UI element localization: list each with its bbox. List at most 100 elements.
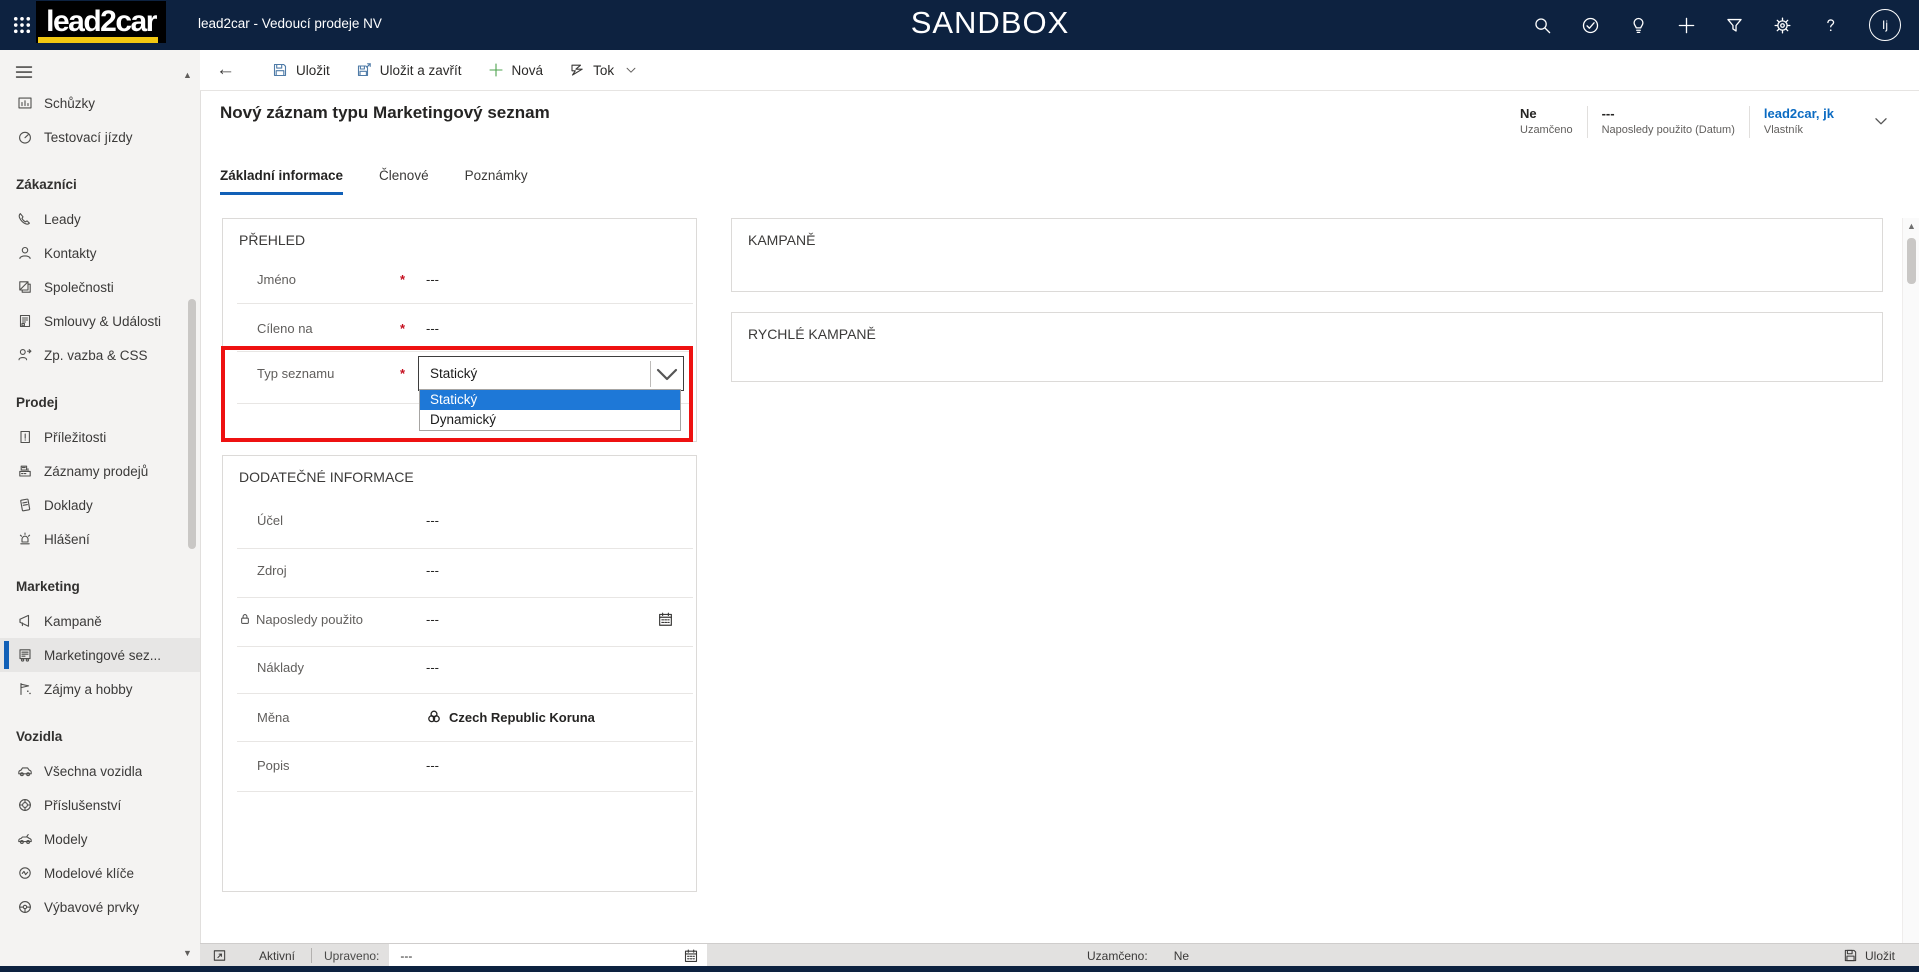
filter-icon[interactable] xyxy=(1725,16,1744,35)
chevron-down-icon[interactable] xyxy=(624,63,638,77)
check-circle-icon[interactable] xyxy=(1581,16,1600,35)
sidebar-item-modelove-klice[interactable]: Modelové klíče xyxy=(0,856,200,890)
sidebar-scroll-up-icon[interactable]: ▲ xyxy=(183,70,192,80)
ulozit-a-zavrit-button[interactable]: Uložit a zavřít xyxy=(343,50,475,90)
scroll-up-icon[interactable]: ▲ xyxy=(1903,221,1919,231)
header-field-value[interactable]: lead2car, jk xyxy=(1764,106,1834,121)
field-divider xyxy=(237,351,693,352)
field-value[interactable]: --- xyxy=(426,272,439,287)
steering-icon xyxy=(17,899,33,915)
gauge-icon xyxy=(17,129,33,145)
contract-icon xyxy=(17,313,33,329)
sidebar-item-smlouvy-udalosti[interactable]: Smlouvy & Události xyxy=(0,304,200,338)
field-value[interactable]: --- xyxy=(426,513,439,528)
modified-date-field[interactable]: --- xyxy=(389,944,707,967)
field-value-text: --- xyxy=(426,563,439,578)
sidebar-item-spolecnosti[interactable]: Společnosti xyxy=(0,270,200,304)
sidebar-item-vybavove-prvky[interactable]: Výbavové prvky xyxy=(0,890,200,924)
section-rychle-kampane: RYCHLÉ KAMPANĚ xyxy=(731,312,1883,382)
lightbulb-icon[interactable] xyxy=(1629,16,1648,35)
app-launcher-waffle-icon[interactable] xyxy=(12,15,32,35)
interests-icon xyxy=(17,681,33,697)
field-value[interactable]: --- xyxy=(426,563,439,578)
sidebar-item-prislusenstvi[interactable]: Příslušenství xyxy=(0,788,200,822)
modified-date-value: --- xyxy=(400,949,683,963)
sidebar-item-label: Marketingové sez... xyxy=(44,648,161,663)
sidebar-item-testovaci-jizdy[interactable]: Testovací jízdy xyxy=(0,120,200,154)
main-scrollbar[interactable]: ▲ ▼ xyxy=(1902,218,1919,966)
sidebar-item-zp-vazba-css[interactable]: Zp. vazba & CSS xyxy=(0,338,200,372)
gear-icon[interactable] xyxy=(1773,16,1792,35)
wheel-icon xyxy=(17,797,33,813)
sidebar-item-prilezitosti[interactable]: Příležitosti xyxy=(0,420,200,454)
back-button[interactable]: ← xyxy=(216,59,235,81)
field-divider xyxy=(237,693,693,694)
calendar-icon[interactable] xyxy=(657,611,674,628)
currency-icon xyxy=(426,709,442,725)
nova-button[interactable]: Nová xyxy=(475,50,557,90)
dropdown-option-dynamicky[interactable]: Dynamický xyxy=(420,410,680,430)
sidebar-item-vsechna-vozidla[interactable]: Všechna vozidla xyxy=(0,754,200,788)
receipt-icon xyxy=(17,497,33,513)
sidebar-item-label: Příslušenství xyxy=(44,798,121,813)
hamburger-menu-icon[interactable] xyxy=(14,62,34,82)
section-title: PŘEHLED xyxy=(223,219,696,248)
field-value[interactable]: --- xyxy=(426,758,439,773)
sidebar-item-marketingove-sez[interactable]: Marketingové sez... xyxy=(0,638,200,672)
field-label: Zdroj xyxy=(257,563,287,578)
dropdown-option-staticky[interactable]: Statický xyxy=(420,390,680,410)
search-icon[interactable] xyxy=(1533,16,1552,35)
section-kampane: KAMPANĚ xyxy=(731,218,1883,292)
sidebar-item-modely[interactable]: Modely xyxy=(0,822,200,856)
sidebar-item-zaznamy-prodeju[interactable]: Záznamy prodejů xyxy=(0,454,200,488)
header-chevron-down-icon[interactable] xyxy=(1872,112,1890,130)
tab-zakladni-informace[interactable]: Základní informace xyxy=(220,168,343,195)
status-save-button[interactable]: Uložit xyxy=(1843,948,1895,963)
help-icon[interactable] xyxy=(1821,16,1840,35)
scrollbar-thumb[interactable] xyxy=(1907,238,1916,284)
sidebar-item-label: Hlášení xyxy=(44,532,90,547)
sidebar-item-kontakty[interactable]: Kontakty xyxy=(0,236,200,270)
logo-text: lead2car xyxy=(46,7,156,37)
topbar-icon-group: Ij xyxy=(1533,0,1911,50)
calendar-icon[interactable] xyxy=(683,948,699,964)
opportunity-icon xyxy=(17,429,33,445)
field-value[interactable]: --- xyxy=(426,660,439,675)
tok-button[interactable]: Tok xyxy=(556,50,651,90)
user-avatar[interactable]: Ij xyxy=(1869,9,1901,41)
environment-banner: SANDBOX xyxy=(911,5,1070,41)
tab-clenove[interactable]: Členové xyxy=(379,168,429,195)
model-icon xyxy=(17,831,33,847)
sidebar-section-zakaznici: Zákazníci xyxy=(0,168,200,202)
sidebar-scrollbar-thumb[interactable] xyxy=(188,299,196,549)
ulozit-button[interactable]: Uložit xyxy=(259,50,343,90)
sidebar-item-label: Záznamy prodejů xyxy=(44,464,148,479)
status-divider xyxy=(311,948,312,963)
field-label: Měna xyxy=(257,710,290,725)
expand-icon[interactable] xyxy=(212,948,227,963)
field-row-ucel: Účel--- xyxy=(223,508,696,532)
sidebar-item-label: Testovací jízdy xyxy=(44,130,133,145)
page-title: Nový záznam typu Marketingový seznam xyxy=(220,103,550,123)
field-value-text: --- xyxy=(426,612,439,627)
field-value[interactable]: Czech Republic Koruna xyxy=(426,709,595,725)
board-icon xyxy=(17,95,33,111)
sidebar-item-zajmy-a-hobby[interactable]: Zájmy a hobby xyxy=(0,672,200,706)
tab-poznamky[interactable]: Poznámky xyxy=(465,168,528,195)
list-type-combobox[interactable]: Statický xyxy=(418,356,684,391)
sidebar-item-hlaseni[interactable]: Hlášení xyxy=(0,522,200,556)
app-title: lead2car - Vedoucí prodeje NV xyxy=(198,16,382,31)
field-value[interactable]: --- xyxy=(426,612,439,627)
sidebar-scroll-down-icon[interactable]: ▼ xyxy=(183,948,192,958)
plus-icon[interactable] xyxy=(1677,16,1696,35)
sidebar-item-doklady[interactable]: Doklady xyxy=(0,488,200,522)
combobox-chevron-down-icon[interactable] xyxy=(651,358,683,390)
sidebar-item-leady[interactable]: Leady xyxy=(0,202,200,236)
sidebar-item-schuzky[interactable]: Schůzky xyxy=(0,86,200,120)
sidebar-item-label: Zájmy a hobby xyxy=(44,682,133,697)
field-value[interactable]: --- xyxy=(426,321,439,336)
sidebar-item-label: Smlouvy & Události xyxy=(44,314,161,329)
section-dodatecne-informace: DODATEČNÉ INFORMACE Účel---Zdroj---Napos… xyxy=(222,455,697,892)
sidebar-item-kampane[interactable]: Kampaně xyxy=(0,604,200,638)
sidebar-item-label: Kontakty xyxy=(44,246,97,261)
